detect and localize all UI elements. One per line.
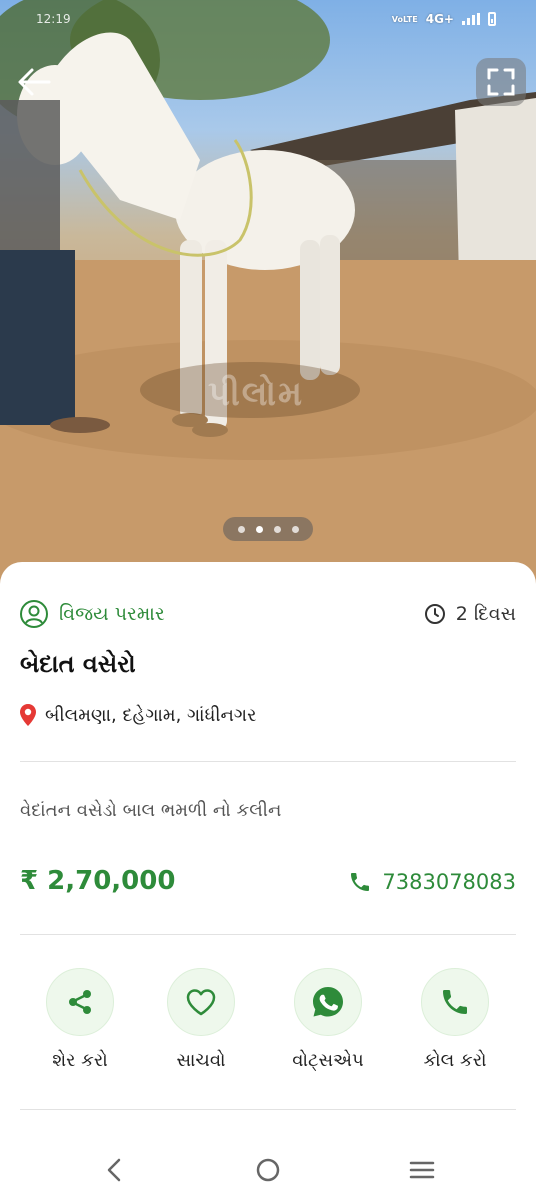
phone-number-link[interactable]: 7383078083 bbox=[348, 870, 516, 894]
listing-title: બેદાત વસેરો bbox=[20, 650, 136, 678]
save-button[interactable]: સાચવો bbox=[146, 968, 256, 1071]
expand-icon bbox=[487, 68, 515, 96]
divider bbox=[20, 761, 516, 762]
listing-description: વેદાંતન વસેડો બાલ ભમળી નો કલીન bbox=[20, 800, 282, 821]
clock-icon bbox=[424, 604, 445, 624]
whatsapp-label: વોટ્સએપ bbox=[292, 1050, 364, 1071]
listing-price: ₹ 2,70,000 bbox=[20, 866, 176, 896]
gallery-pagination[interactable] bbox=[223, 517, 313, 541]
nav-back-button[interactable] bbox=[90, 1150, 138, 1190]
share-button-circle[interactable] bbox=[46, 968, 114, 1036]
save-label: સાચવો bbox=[176, 1050, 226, 1071]
posted-time: 2 દિવસ bbox=[424, 603, 516, 625]
nav-recents-button[interactable] bbox=[398, 1150, 446, 1190]
listing-details-card: વિજય પરમાર 2 દિવસ બેદાત વસેરો બીલમણા, દહ… bbox=[0, 562, 536, 1200]
seller-row: વિજય પરમાર 2 દિવસ bbox=[19, 598, 516, 630]
divider bbox=[20, 934, 516, 935]
user-circle-icon bbox=[20, 600, 48, 628]
phone-icon bbox=[443, 990, 467, 1014]
whatsapp-button-circle[interactable] bbox=[294, 968, 362, 1036]
system-navigation-bar bbox=[0, 1138, 536, 1200]
heart-icon bbox=[186, 989, 216, 1016]
nav-home-button[interactable] bbox=[244, 1150, 292, 1190]
call-button-circle[interactable] bbox=[421, 968, 489, 1036]
posted-time-text: 2 દિવસ bbox=[455, 603, 516, 625]
phone-number: 7383078083 bbox=[382, 870, 516, 894]
divider bbox=[20, 1109, 516, 1110]
gallery-dot[interactable] bbox=[291, 525, 299, 533]
menu-lines-icon bbox=[409, 1161, 435, 1179]
volte-label: VoLTE bbox=[391, 14, 418, 24]
share-icon bbox=[69, 990, 91, 1014]
action-row: શેર કરો સાચવો વોટ્સએપ કોલ કરો bbox=[0, 968, 536, 1080]
listing-photo[interactable]: 12:19 VoLTE 4G+ પીલોમ bbox=[0, 0, 536, 590]
save-button-circle[interactable] bbox=[167, 968, 235, 1036]
gallery-dot[interactable] bbox=[237, 525, 245, 533]
call-button[interactable]: કોલ કરો bbox=[400, 968, 510, 1071]
gallery-dot-active[interactable] bbox=[255, 525, 263, 533]
signal-icon bbox=[462, 13, 480, 25]
status-bar: VoLTE 4G+ bbox=[392, 12, 496, 26]
call-label: કોલ કરો bbox=[423, 1050, 487, 1071]
home-circle-icon bbox=[256, 1158, 280, 1182]
watermark: પીલોમ bbox=[208, 374, 304, 414]
phone-icon bbox=[351, 873, 370, 891]
whatsapp-icon bbox=[313, 987, 343, 1017]
share-label: શેર કરો bbox=[52, 1050, 108, 1071]
battery-icon bbox=[488, 12, 496, 26]
network-type: 4G+ bbox=[425, 12, 454, 26]
horse-photo bbox=[0, 0, 536, 590]
share-button[interactable]: શેર કરો bbox=[25, 968, 135, 1071]
arrow-left-icon bbox=[18, 68, 51, 96]
listing-location: બીલમણા, દહેગામ, ગાંધીનગર bbox=[19, 703, 256, 727]
back-button[interactable] bbox=[12, 60, 56, 104]
location-text: બીલમણા, દહેગામ, ગાંધીનગર bbox=[45, 704, 257, 726]
fullscreen-button[interactable] bbox=[476, 58, 526, 106]
whatsapp-button[interactable]: વોટ્સએપ bbox=[273, 968, 383, 1071]
seller-name: વિજય પરમાર bbox=[59, 603, 165, 625]
location-pin-icon bbox=[20, 704, 36, 726]
status-time: 12:19 bbox=[36, 12, 71, 26]
seller-link[interactable]: વિજય પરમાર bbox=[19, 599, 165, 629]
gallery-dot[interactable] bbox=[273, 525, 281, 533]
chevron-left-icon bbox=[107, 1158, 121, 1182]
